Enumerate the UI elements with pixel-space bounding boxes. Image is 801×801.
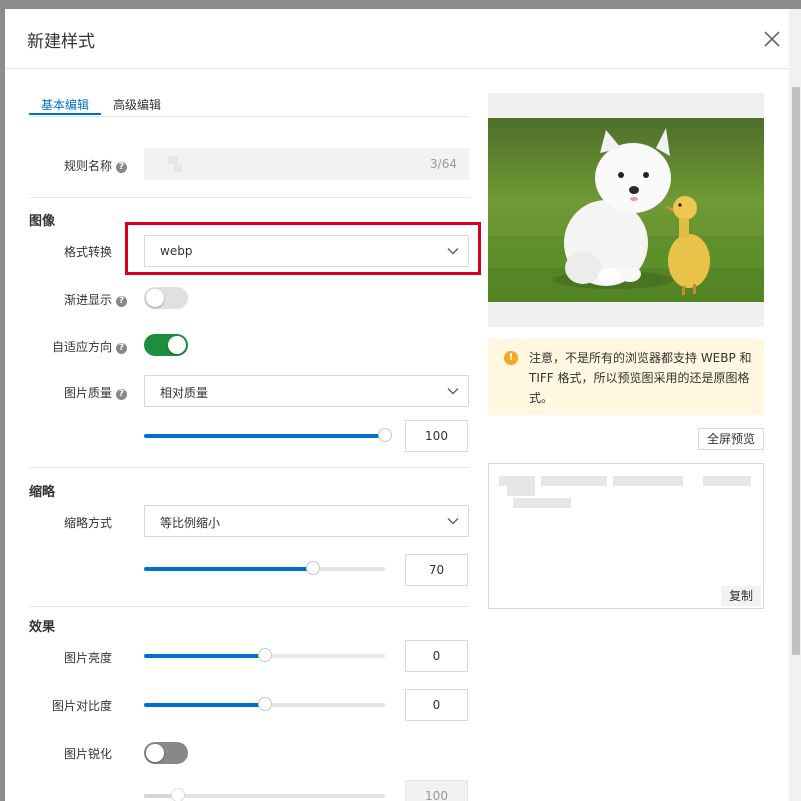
new-style-dialog: 新建样式 基本编辑 高级编辑 规则名称? 3/64 图像 格式转换 webp 渐… <box>5 9 789 801</box>
section-divider <box>29 467 469 468</box>
rule-name-label: 规则名称? <box>64 157 128 174</box>
rule-name-label-text: 规则名称 <box>64 159 113 173</box>
help-icon[interactable]: ? <box>116 162 128 173</box>
brightness-label: 图片亮度 <box>64 651 113 665</box>
effects-section-title: 效果 <box>29 620 56 635</box>
preview-image <box>488 118 764 302</box>
quality-mode-select[interactable]: 相对质量 <box>144 375 469 407</box>
browser-support-notice: ! 注意，不是所有的浏览器都支持 WEBP 和 TIFF 格式，所以预览图采用的… <box>488 339 764 415</box>
close-icon[interactable] <box>761 28 783 50</box>
help-icon[interactable]: ? <box>116 389 128 400</box>
chevron-down-icon <box>447 387 459 395</box>
slider-fill <box>144 703 265 707</box>
copy-button[interactable]: 复制 <box>721 586 761 606</box>
quality-label: 图片质量? <box>64 384 128 401</box>
progressive-label-text: 渐进显示 <box>64 293 113 307</box>
quality-label-text: 图片质量 <box>64 386 113 400</box>
auto-orient-label: 自适应方向? <box>52 338 128 355</box>
help-icon[interactable]: ? <box>116 296 128 307</box>
image-section-title: 图像 <box>29 214 56 229</box>
dialog-header: 新建样式 <box>5 9 789 69</box>
auto-orient-label-text: 自适应方向 <box>52 340 113 354</box>
thumbnail-section-title: 缩略 <box>29 485 56 500</box>
thumbnail-slider[interactable] <box>144 561 385 575</box>
contrast-input[interactable]: 0 <box>405 689 468 721</box>
slider-handle[interactable] <box>305 561 320 575</box>
redacted-text <box>174 164 182 172</box>
active-tab-indicator <box>29 113 101 115</box>
rule-name-input[interactable]: 3/64 <box>144 148 469 180</box>
rule-name-counter: 3/64 <box>430 157 457 171</box>
auto-orient-toggle[interactable] <box>144 334 188 356</box>
slider-handle <box>170 788 185 801</box>
toggle-knob <box>146 744 164 762</box>
slider-handle[interactable] <box>378 428 392 442</box>
dialog-title: 新建样式 <box>27 32 95 52</box>
thumbnail-method-label: 缩略方式 <box>64 516 113 530</box>
thumbnail-input[interactable]: 70 <box>405 554 468 586</box>
help-icon[interactable]: ? <box>116 343 128 354</box>
sharpen-slider <box>144 788 385 801</box>
brightness-slider[interactable] <box>144 648 385 662</box>
fullscreen-preview-button[interactable]: 全屏预览 <box>698 428 764 450</box>
section-divider <box>29 197 469 198</box>
slider-handle[interactable] <box>257 648 272 662</box>
thumbnail-method-select[interactable]: 等比例缩小 <box>144 505 469 537</box>
format-label: 格式转换 <box>64 245 113 259</box>
section-divider <box>29 606 469 607</box>
slider-fill <box>144 434 385 438</box>
puppy-duckling-illustration <box>488 118 764 302</box>
style-code-box[interactable]: 复制 <box>488 463 764 609</box>
warning-icon: ! <box>504 351 518 365</box>
redacted-text <box>507 486 535 496</box>
redacted-text <box>613 476 683 486</box>
progressive-toggle[interactable] <box>144 287 188 309</box>
chevron-down-icon <box>447 517 459 525</box>
slider-fill <box>144 654 265 658</box>
progressive-label: 渐进显示? <box>64 291 128 308</box>
sharpen-toggle[interactable] <box>144 742 188 764</box>
editor-tabs: 基本编辑 高级编辑 <box>29 92 469 117</box>
slider-fill <box>144 567 313 571</box>
redacted-text <box>541 476 607 486</box>
scrollbar-thumb[interactable] <box>792 87 800 655</box>
sharpen-input: 100 <box>405 780 468 801</box>
sharpen-label: 图片锐化 <box>64 747 113 761</box>
redacted-text <box>499 476 535 486</box>
redacted-text <box>168 156 178 164</box>
quality-input[interactable]: 100 <box>405 420 468 452</box>
highlight-box <box>125 222 481 275</box>
quality-slider[interactable] <box>144 428 392 442</box>
tab-basic-edit[interactable]: 基本编辑 <box>41 96 89 113</box>
contrast-label: 图片对比度 <box>52 699 113 713</box>
contrast-slider[interactable] <box>144 697 385 711</box>
quality-mode-value: 相对质量 <box>160 386 209 400</box>
redacted-text <box>703 476 751 486</box>
redacted-text <box>513 498 571 508</box>
backdrop-top <box>0 0 801 9</box>
slider-handle[interactable] <box>257 697 272 711</box>
toggle-knob <box>168 336 186 354</box>
notice-text: 注意，不是所有的浏览器都支持 WEBP 和 TIFF 格式，所以预览图采用的还是… <box>529 351 752 405</box>
tab-advanced-edit[interactable]: 高级编辑 <box>113 96 161 113</box>
thumbnail-method-value: 等比例缩小 <box>160 516 221 530</box>
brightness-input[interactable]: 0 <box>405 640 468 672</box>
toggle-knob <box>146 289 164 307</box>
